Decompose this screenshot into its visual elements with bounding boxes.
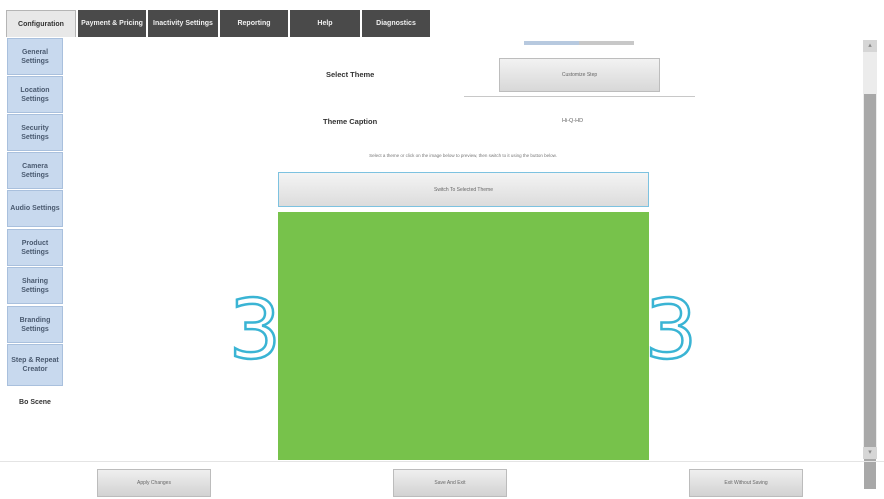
sidebar-item-label: Security Settings — [21, 124, 49, 141]
tab-payment-pricing[interactable]: Payment & Pricing — [78, 10, 146, 37]
sidebar-item-step-repeat[interactable]: Step & Repeat Creator — [7, 344, 63, 386]
exit-without-saving-button[interactable]: Exit Without Saving — [689, 469, 803, 497]
vertical-scrollbar[interactable]: ▴ ▾ — [863, 40, 877, 489]
theme-hint-text: Select a theme or click on the image bel… — [369, 153, 557, 158]
countdown-digit-left: 3 — [232, 294, 278, 370]
sidebar-item-label: General Settings — [21, 48, 49, 65]
theme-category-indicator — [524, 41, 634, 45]
footer-divider — [0, 461, 884, 462]
tab-diagnostics[interactable]: Diagnostics — [362, 10, 430, 37]
sidebar-item-security[interactable]: Security Settings — [7, 114, 63, 151]
switch-theme-button[interactable]: Switch To Selected Theme — [278, 172, 649, 207]
sidebar-item-branding[interactable]: Branding Settings — [7, 306, 63, 343]
top-tab-bar: Configuration Payment & Pricing Inactivi… — [6, 10, 430, 37]
tab-configuration[interactable]: Configuration — [6, 10, 76, 37]
theme-select-button[interactable]: Customize Step — [499, 58, 660, 92]
tab-inactivity-settings[interactable]: Inactivity Settings — [148, 10, 218, 37]
sidebar-item-general[interactable]: General Settings — [7, 38, 63, 75]
sidebar-item-label: Sharing Settings — [21, 277, 49, 294]
tab-reporting[interactable]: Reporting — [220, 10, 288, 37]
countdown-digit-right: 3 — [648, 294, 694, 370]
svg-text:3: 3 — [232, 294, 278, 370]
theme-caption-label: Theme Caption — [323, 117, 378, 126]
save-and-exit-button[interactable]: Save And Exit — [393, 469, 507, 497]
sidebar-item-label: Branding Settings — [19, 316, 51, 333]
sidebar-item-label: Step & Repeat Creator — [11, 357, 59, 373]
theme-caption-value: Hi-Q-HD — [562, 118, 584, 124]
svg-text:3: 3 — [648, 294, 694, 370]
apply-changes-button[interactable]: Apply Changes — [97, 469, 211, 497]
sidebar-item-label: Product Settings — [21, 239, 49, 256]
sidebar-item-label: Audio Settings — [10, 205, 60, 212]
sidebar-item-audio[interactable]: Audio Settings — [7, 190, 63, 227]
scroll-up-arrow-icon[interactable]: ▴ — [863, 40, 877, 52]
tab-help[interactable]: Help — [290, 10, 360, 37]
sidebar-item-camera[interactable]: Camera Settings — [7, 152, 63, 189]
section-divider — [464, 96, 695, 97]
sidebar-item-location[interactable]: Location Settings — [7, 76, 63, 113]
sidebar-item-bo-scene[interactable]: Bo Scene — [7, 394, 63, 410]
sidebar-item-product[interactable]: Product Settings — [7, 229, 63, 266]
theme-preview-image[interactable] — [278, 212, 649, 460]
sidebar-item-sharing[interactable]: Sharing Settings — [7, 267, 63, 304]
scrollbar-thumb[interactable] — [864, 94, 876, 489]
sidebar-item-label: Camera Settings — [21, 162, 49, 179]
sidebar-item-label: Location Settings — [20, 86, 50, 103]
scroll-down-arrow-icon[interactable]: ▾ — [863, 447, 877, 459]
select-theme-label: Select Theme — [326, 70, 375, 79]
